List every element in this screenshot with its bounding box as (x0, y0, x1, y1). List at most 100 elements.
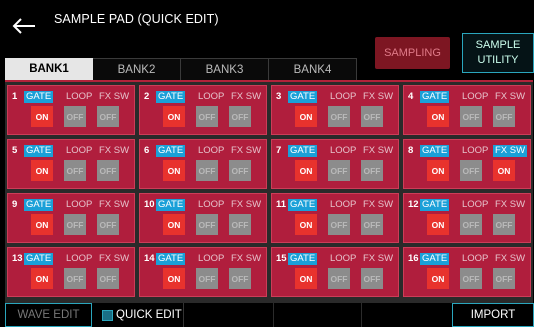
tab-bank2[interactable]: BANK2 (93, 58, 181, 80)
fx-sw-switch[interactable]: OFF (229, 214, 251, 235)
footer-divider (273, 303, 274, 327)
pad-15[interactable]: 15 GATE LOOP FX SW ON OFF OFF (271, 247, 399, 297)
pad-number: 2 (144, 91, 150, 102)
fx-sw-switch[interactable]: OFF (229, 106, 251, 127)
pad-number: 14 (144, 253, 155, 264)
loop-switch[interactable]: OFF (328, 160, 350, 181)
loop-switch[interactable]: OFF (460, 160, 482, 181)
pad-4[interactable]: 4 GATE LOOP FX SW ON OFF OFF (403, 85, 531, 135)
gate-switch[interactable]: ON (163, 160, 185, 181)
pad-9[interactable]: 9 GATE LOOP FX SW ON OFF OFF (7, 193, 135, 243)
tab-bank3[interactable]: BANK3 (181, 58, 269, 80)
loop-label: LOOP (66, 253, 93, 264)
pad-number: 1 (12, 91, 18, 102)
gate-switch[interactable]: ON (295, 106, 317, 127)
gate-label: GATE (288, 199, 318, 211)
gate-switch[interactable]: ON (295, 268, 317, 289)
title-bar: SAMPLE PAD (QUICK EDIT) (0, 0, 534, 48)
loop-switch[interactable]: OFF (64, 268, 86, 289)
gate-label: GATE (420, 91, 450, 103)
pad-2[interactable]: 2 GATE LOOP FX SW ON OFF OFF (139, 85, 267, 135)
loop-label: LOOP (198, 145, 225, 156)
pad-number: 8 (408, 145, 414, 156)
loop-switch[interactable]: OFF (196, 160, 218, 181)
gate-label: GATE (156, 91, 186, 103)
fx-sw-switch[interactable]: OFF (361, 160, 383, 181)
pad-3[interactable]: 3 GATE LOOP FX SW ON OFF OFF (271, 85, 399, 135)
back-arrow-icon[interactable] (6, 12, 42, 40)
fx-sw-switch[interactable]: OFF (361, 214, 383, 235)
fx-sw-switch[interactable]: OFF (361, 106, 383, 127)
quick-edit-toggle[interactable]: QUICK EDIT (96, 303, 184, 327)
loop-switch[interactable]: OFF (328, 214, 350, 235)
gate-switch[interactable]: ON (31, 268, 53, 289)
gate-switch[interactable]: ON (427, 268, 449, 289)
loop-label: LOOP (66, 199, 93, 210)
fx-sw-label: FX SW (363, 253, 394, 264)
gate-switch[interactable]: ON (163, 214, 185, 235)
loop-switch[interactable]: OFF (460, 106, 482, 127)
sampling-button[interactable]: SAMPLING (375, 37, 450, 69)
fx-sw-switch[interactable]: OFF (493, 268, 515, 289)
loop-switch[interactable]: OFF (196, 268, 218, 289)
fx-sw-switch[interactable]: ON (493, 160, 515, 181)
loop-label: LOOP (198, 199, 225, 210)
loop-label: LOOP (66, 145, 93, 156)
gate-label: GATE (420, 145, 450, 157)
gate-label: GATE (420, 253, 450, 265)
gate-switch[interactable]: ON (31, 160, 53, 181)
gate-switch[interactable]: ON (427, 160, 449, 181)
gate-switch[interactable]: ON (295, 214, 317, 235)
loop-switch[interactable]: OFF (64, 106, 86, 127)
gate-switch[interactable]: ON (31, 214, 53, 235)
fx-sw-switch[interactable]: OFF (97, 268, 119, 289)
fx-sw-switch[interactable]: OFF (493, 106, 515, 127)
fx-sw-switch[interactable]: OFF (97, 106, 119, 127)
gate-switch[interactable]: ON (31, 106, 53, 127)
pad-10[interactable]: 10 GATE LOOP FX SW ON OFF OFF (139, 193, 267, 243)
fx-sw-switch[interactable]: OFF (229, 268, 251, 289)
gate-switch[interactable]: ON (427, 106, 449, 127)
gate-switch[interactable]: ON (163, 268, 185, 289)
sample-utility-button[interactable]: SAMPLE UTILITY (462, 33, 534, 73)
pad-1[interactable]: 1 GATE LOOP FX SW ON OFF OFF (7, 85, 135, 135)
fx-sw-switch[interactable]: OFF (97, 160, 119, 181)
pad-number: 5 (12, 145, 18, 156)
pad-14[interactable]: 14 GATE LOOP FX SW ON OFF OFF (139, 247, 267, 297)
fx-sw-label: FX SW (363, 199, 394, 210)
pad-7[interactable]: 7 GATE LOOP FX SW ON OFF OFF (271, 139, 399, 189)
fx-sw-switch[interactable]: OFF (97, 214, 119, 235)
loop-label: LOOP (330, 253, 357, 264)
pad-5[interactable]: 5 GATE LOOP FX SW ON OFF OFF (7, 139, 135, 189)
loop-switch[interactable]: OFF (460, 214, 482, 235)
fx-sw-switch[interactable]: OFF (493, 214, 515, 235)
loop-switch[interactable]: OFF (196, 214, 218, 235)
gate-switch[interactable]: ON (163, 106, 185, 127)
loop-label: LOOP (66, 91, 93, 102)
pad-number: 15 (276, 253, 287, 264)
loop-switch[interactable]: OFF (328, 106, 350, 127)
sample-utility-label-1: SAMPLE (475, 39, 521, 51)
wave-edit-button[interactable]: WAVE EDIT (5, 303, 92, 327)
gate-switch[interactable]: ON (427, 214, 449, 235)
fx-sw-label: FX SW (495, 91, 526, 102)
loop-switch[interactable]: OFF (328, 268, 350, 289)
pad-8[interactable]: 8 GATE LOOP FX SW ON OFF ON (403, 139, 531, 189)
import-button[interactable]: IMPORT (452, 303, 534, 327)
pad-16[interactable]: 16 GATE LOOP FX SW ON OFF OFF (403, 247, 531, 297)
loop-switch[interactable]: OFF (64, 160, 86, 181)
loop-switch[interactable]: OFF (64, 214, 86, 235)
fx-sw-switch[interactable]: OFF (229, 160, 251, 181)
tab-bank4[interactable]: BANK4 (269, 58, 357, 80)
pad-11[interactable]: 11 GATE LOOP FX SW ON OFF OFF (271, 193, 399, 243)
fx-sw-label: FX SW (99, 91, 130, 102)
loop-switch[interactable]: OFF (460, 268, 482, 289)
loop-label: LOOP (198, 253, 225, 264)
loop-switch[interactable]: OFF (196, 106, 218, 127)
pad-13[interactable]: 13 GATE LOOP FX SW ON OFF OFF (7, 247, 135, 297)
pad-12[interactable]: 12 GATE LOOP FX SW ON OFF OFF (403, 193, 531, 243)
pad-6[interactable]: 6 GATE LOOP FX SW ON OFF OFF (139, 139, 267, 189)
fx-sw-switch[interactable]: OFF (361, 268, 383, 289)
tab-bank1[interactable]: BANK1 (5, 58, 93, 80)
gate-switch[interactable]: ON (295, 160, 317, 181)
